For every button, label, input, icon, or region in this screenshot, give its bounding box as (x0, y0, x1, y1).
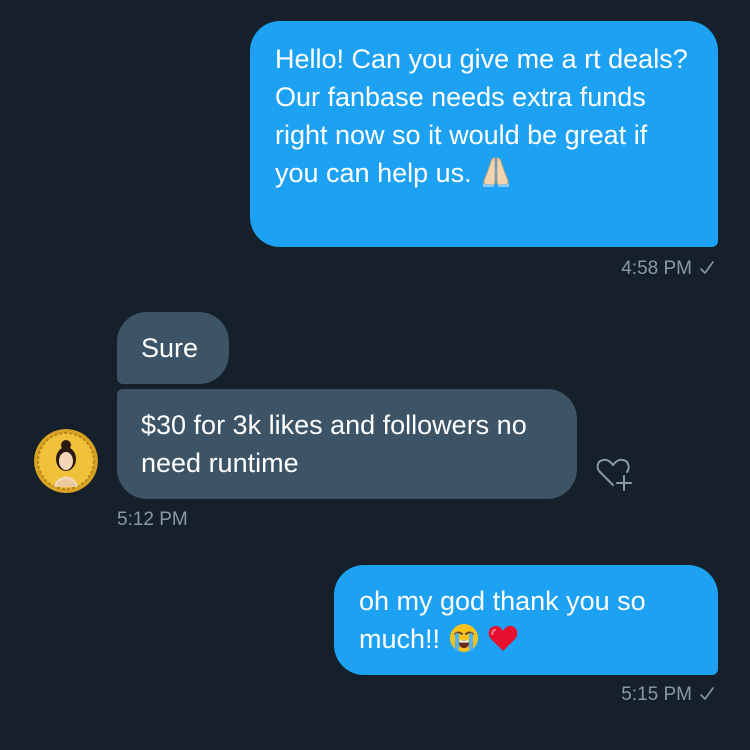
message-text: $30 for 3k likes and followers no need r… (141, 410, 527, 478)
message-bubble-sent[interactable]: Hello! Can you give me a rt deals? Our f… (250, 21, 718, 247)
folded-hands-emoji-icon (479, 154, 513, 198)
message-bubble-sent[interactable]: oh my god thank you so much!! (334, 565, 718, 675)
message-timestamp: 4:58 PM (621, 258, 714, 281)
message-timestamp: 5:12 PM (117, 509, 188, 530)
message-text: Hello! Can you give me a rt deals? Our f… (275, 40, 694, 198)
heart-plus-icon[interactable] (594, 452, 636, 494)
message-bubble-received[interactable]: $30 for 3k likes and followers no need r… (117, 389, 577, 499)
sender-avatar[interactable] (34, 429, 98, 493)
message-text: Sure (141, 333, 199, 363)
loudly-crying-face-emoji-icon (448, 622, 480, 664)
avatar-image (34, 429, 98, 493)
red-heart-emoji-icon (487, 622, 519, 664)
check-icon (700, 685, 714, 707)
check-icon (700, 259, 714, 281)
message-bubble-received[interactable]: Sure (117, 312, 229, 384)
message-timestamp: 5:15 PM (621, 684, 714, 707)
message-text: oh my god thank you so much!! (359, 582, 698, 664)
